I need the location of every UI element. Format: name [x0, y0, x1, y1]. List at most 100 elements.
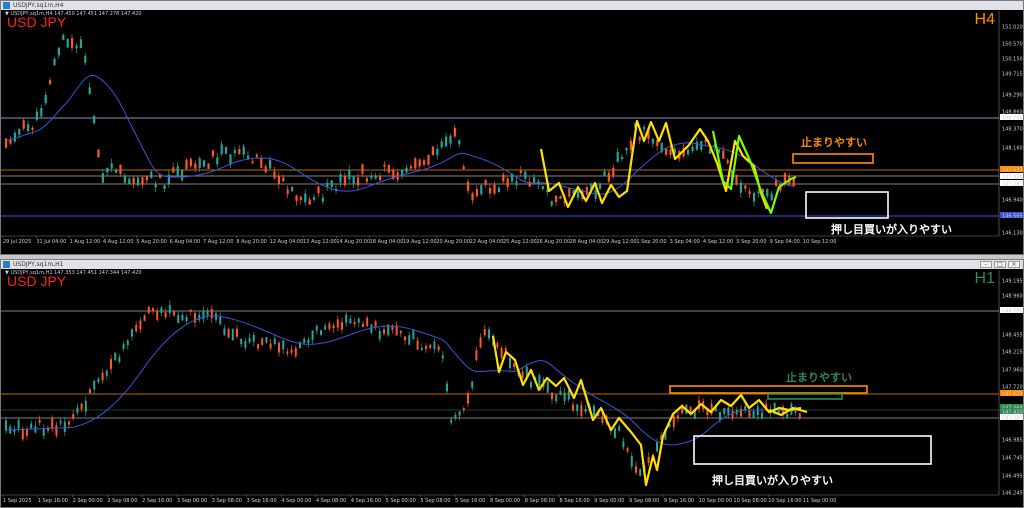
candle-body: [629, 140, 632, 150]
candle-body: [269, 159, 272, 169]
buy-zone-box: [693, 435, 932, 465]
time-axis-label: 9 Sep 16:00: [664, 498, 694, 504]
candle-body: [691, 147, 694, 152]
candle-body: [603, 171, 606, 176]
candle-body: [215, 313, 217, 320]
candle-body: [502, 174, 505, 182]
candle-body: [744, 406, 747, 411]
time-axis-label: 9 Sep 00:00: [594, 498, 624, 504]
candle-body: [576, 404, 579, 412]
candle-body: [739, 182, 742, 193]
time-axis-label: 29 Aug 12:00: [603, 239, 637, 245]
candle-body: [509, 358, 511, 368]
time-axis-label: 6 Aug 04:00: [170, 239, 201, 245]
candle-body: [513, 363, 516, 367]
candle-body: [420, 348, 423, 351]
price-axis-label: 148.455: [1002, 333, 1023, 339]
candle-body: [260, 158, 263, 168]
candle-body: [156, 311, 159, 320]
price-axis-label: 150.570: [1002, 42, 1023, 48]
candle-body: [185, 316, 188, 322]
candle-body: [84, 55, 87, 63]
time-axis-label: 4 Sep 08:00: [316, 498, 346, 504]
candle-body: [101, 372, 104, 381]
candle-body: [798, 413, 801, 418]
candle-body: [584, 408, 587, 412]
candle-body: [643, 126, 646, 130]
time-axis-label: 1 Aug 12:00: [70, 239, 101, 245]
time-axis-label: 2 Sep 00:00: [73, 498, 103, 504]
candle-body: [332, 325, 335, 329]
candle-body: [55, 425, 58, 436]
candle-body: [483, 329, 486, 336]
candle-body: [614, 428, 616, 438]
candle-body: [621, 156, 624, 160]
candle-body: [454, 414, 457, 418]
h4-chart-window[interactable]: USDJPY,sq1m,H4 ▼ USDJPY,sq1m,H4 147.450 …: [0, 0, 1024, 255]
time-axis-label: 29 Jul 2025: [3, 239, 31, 245]
time-axis-label: 9 Sep 04:00: [770, 239, 800, 245]
candle-body: [555, 195, 558, 202]
price-axis-label: 148.370: [1002, 127, 1023, 133]
candle-body: [147, 306, 150, 314]
time-axis-label: 2 Sep 16:00: [142, 498, 172, 504]
candle-body: [122, 343, 125, 349]
candle-body: [559, 391, 562, 394]
h1-chart-window[interactable]: USDJPY,sq1m,H1 – □ × ▼ USDJPY,sq1m,H1 14…: [0, 259, 1024, 508]
candle-body: [75, 45, 78, 49]
candle-body: [223, 328, 226, 335]
candle-body: [391, 326, 394, 331]
time-axis-label: 1 Sep 2025: [3, 498, 32, 504]
price-axis-label: 148.780: [1002, 309, 1023, 315]
candle-body: [672, 416, 675, 427]
time-axis-label: 8 Sep 00:00: [490, 498, 520, 504]
candle-body: [88, 87, 91, 95]
time-axis-label: 7 Aug 12:00: [203, 239, 234, 245]
candle-body: [786, 413, 789, 418]
candle-body: [496, 343, 499, 348]
time-axis-label: 13 Aug 12:00: [303, 239, 337, 245]
candle-body: [173, 310, 175, 316]
candle-body: [651, 138, 654, 144]
candle-body: [101, 173, 104, 183]
candle-body: [669, 149, 672, 155]
price-axis-label: 146.495: [1002, 474, 1023, 480]
candle-body: [568, 188, 571, 197]
candle-body: [145, 176, 148, 181]
annotation-push-text: 押し目買いが入りやすい: [831, 222, 952, 236]
candle-body: [216, 157, 219, 165]
time-axis-label: 25 Aug 12:00: [503, 239, 537, 245]
candle-body: [198, 158, 201, 168]
candle-body: [66, 38, 69, 48]
candle-body: [378, 330, 381, 340]
candle-body: [753, 192, 756, 202]
candle-body: [123, 175, 126, 183]
candle-body: [185, 159, 188, 170]
price-axis-label: 146.940: [1002, 198, 1023, 204]
candle-body: [625, 147, 628, 151]
candle-body: [427, 155, 430, 165]
candle-body: [408, 335, 411, 345]
candle-body: [269, 343, 272, 349]
candle-body: [71, 38, 74, 48]
candle-body: [172, 167, 175, 173]
price-axis-label: 147.720: [1002, 385, 1023, 391]
price-axis-label: 147.287: [1002, 416, 1023, 422]
h1-chart-canvas[interactable]: 149.195 148.960 148.780 148.455 148.215 147.9…: [1, 260, 1023, 507]
h4-chart-canvas[interactable]: 151.020150.570150.150149.715149.290148.8…: [1, 1, 1023, 254]
price-axis-label: 146.130: [1002, 231, 1023, 237]
candle-body: [607, 172, 610, 182]
candle-body: [524, 171, 527, 179]
candle-body: [282, 177, 285, 182]
candle-body: [756, 406, 759, 416]
candle-body: [462, 408, 465, 411]
candle-body: [506, 178, 509, 188]
candle-body: [433, 341, 436, 350]
candle-body: [757, 191, 760, 194]
candle-body: [26, 429, 28, 436]
time-axis-label: 3 Sep 04:00: [670, 239, 700, 245]
candle-body: [383, 164, 386, 167]
candle-body: [440, 141, 443, 148]
candle-body: [357, 177, 360, 186]
wave-zigzag-line: [539, 119, 769, 210]
